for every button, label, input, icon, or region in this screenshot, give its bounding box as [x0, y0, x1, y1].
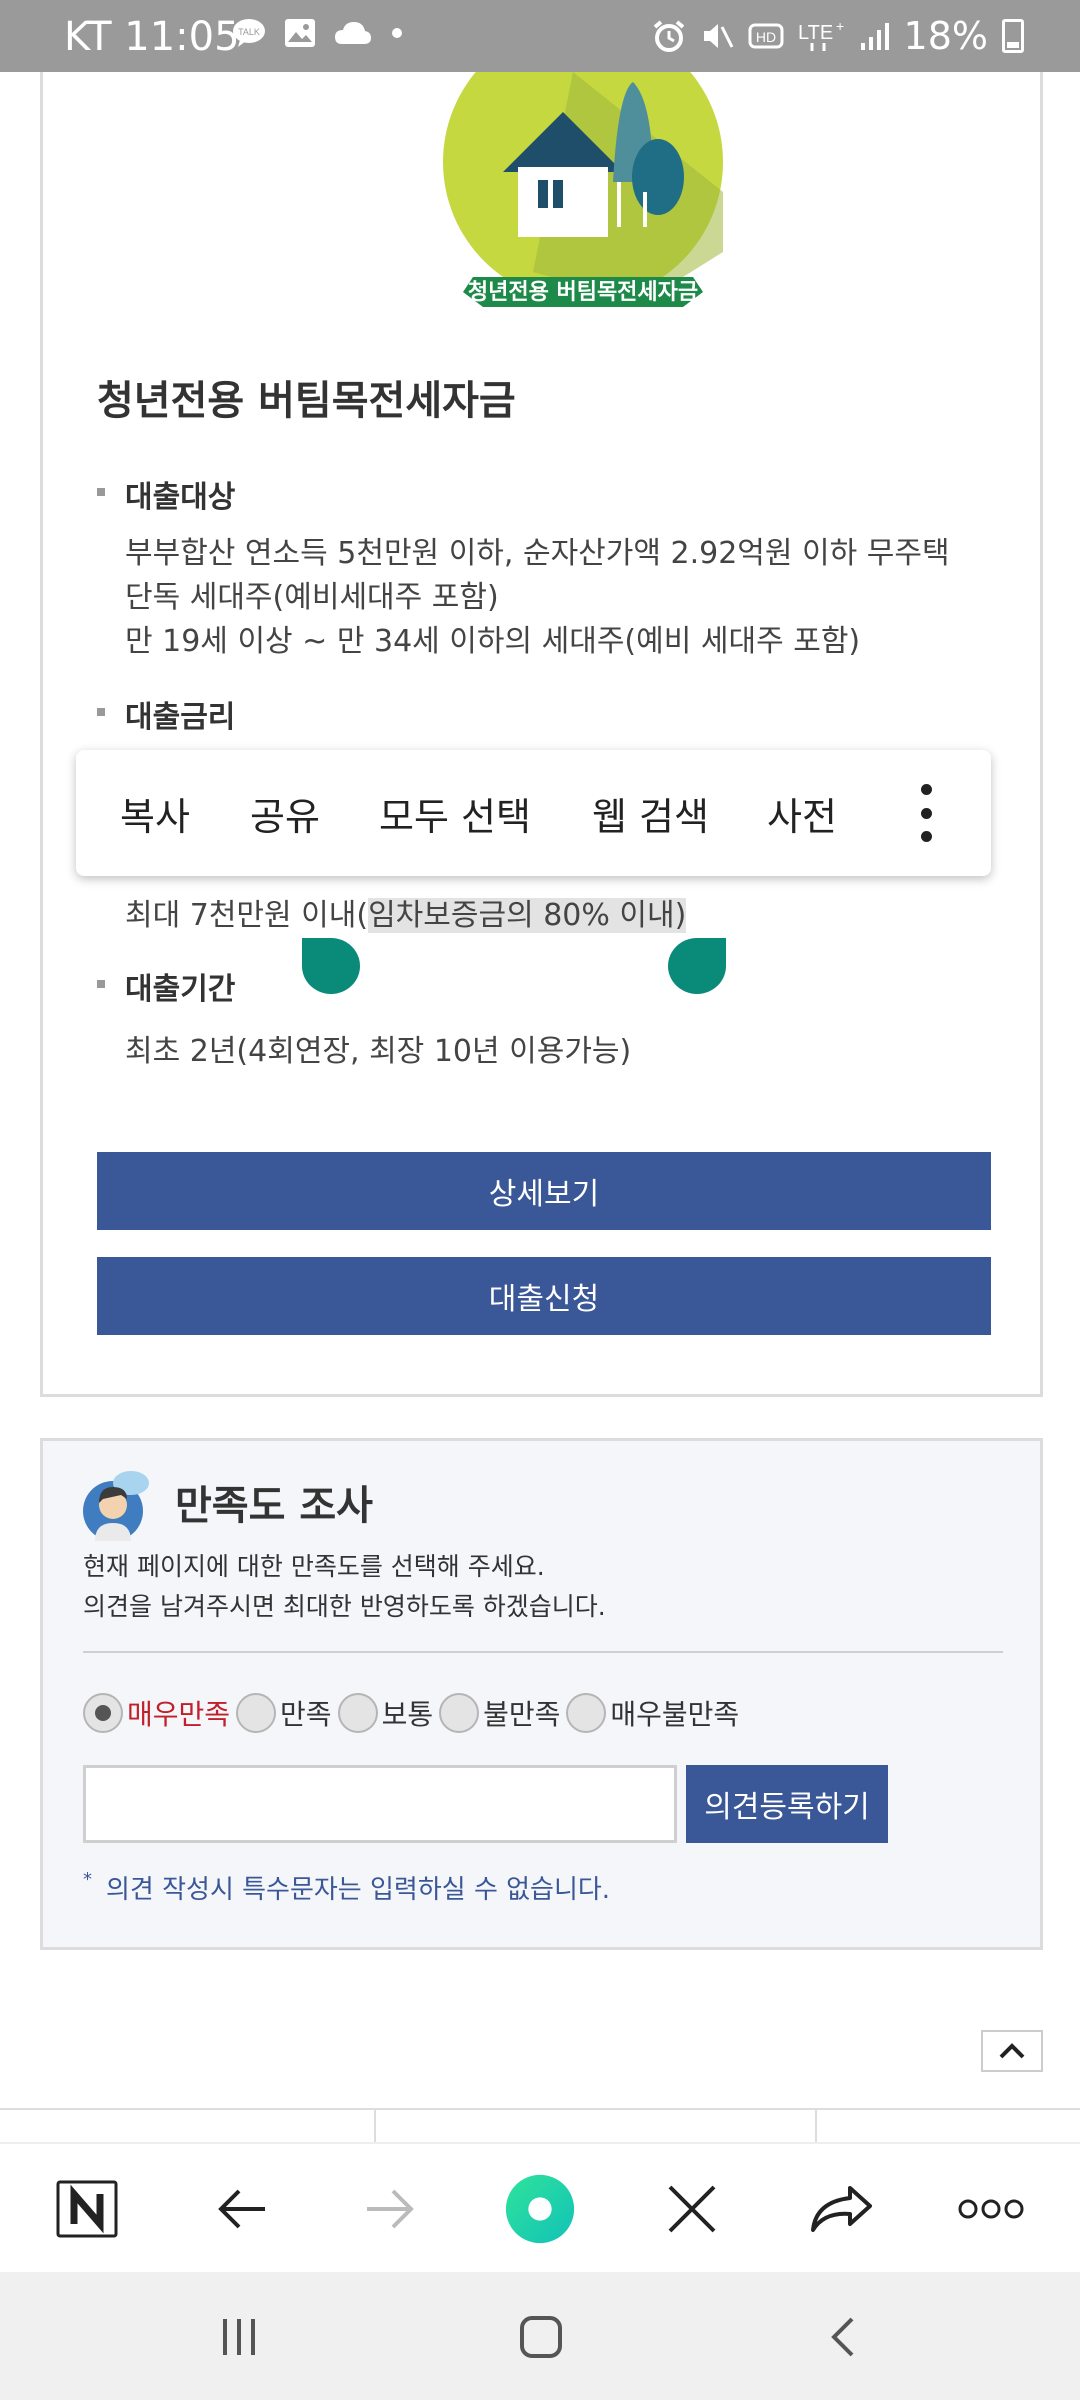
submit-opinion-button[interactable]: 의견등록하기 [686, 1765, 888, 1843]
browser-toolbar [0, 2142, 1080, 2272]
menu-web-search[interactable]: 웹 검색 [592, 786, 709, 841]
detail-button[interactable]: 상세보기 [97, 1152, 991, 1230]
note-text: 의견 작성시 특수문자는 입력하실 수 없습니다. [106, 1875, 611, 1905]
hd-icon: HD [748, 23, 784, 49]
target-line-1: 부부합산 연소득 5천만원 이하, 순자산가액 2.92억원 이하 무주택 [125, 536, 950, 571]
talk-icon: TALK [233, 19, 265, 47]
battery-percent: 18% [903, 14, 988, 58]
footer-divider [815, 2108, 817, 2142]
alarm-icon [653, 20, 684, 52]
cloud-icon [335, 22, 371, 44]
limit-text-prefix: 최대 7천만원 이내( [125, 898, 369, 933]
rate-label: 대출금리 [125, 700, 236, 735]
battery-icon [1002, 19, 1024, 53]
lte-icon: LTE + [798, 19, 844, 51]
period-label: 대출기간 [125, 972, 236, 1007]
limit-text: 최대 7천만원 이내(임차보증금의 80% 이내) [125, 894, 687, 938]
survey-description: 현재 페이지에 대한 만족도를 선택해 주세요. 의견을 남겨주시면 최대한 반… [83, 1547, 606, 1627]
menu-copy[interactable]: 복사 [120, 786, 190, 841]
option-dissatisfied[interactable]: 불만족 [439, 1693, 560, 1733]
footer-divider [374, 2108, 376, 2142]
svg-text:LTE: LTE [798, 22, 833, 44]
loan-title: 청년전용 버팀목전세자금 [97, 378, 516, 424]
menu-share[interactable]: 공유 [250, 786, 320, 841]
nav-back-icon[interactable] [808, 2302, 878, 2372]
target-line-3: 만 19세 이상 ~ 만 34세 이하의 세대주(예비 세대주 포함) [125, 624, 861, 659]
opinion-input[interactable] [83, 1765, 677, 1843]
mute-icon [703, 24, 733, 48]
dot-icon [392, 28, 402, 38]
survey-note: * 의견 작성시 특수문자는 입력하실 수 없습니다. [83, 1869, 610, 1906]
option-very-dissatisfied[interactable]: 매우불만족 [566, 1693, 739, 1733]
gallery-icon [285, 19, 315, 47]
text-selection-menu: 복사 공유 모두 선택 웹 검색 사전 [76, 750, 991, 876]
svg-text:+: + [836, 19, 844, 34]
signal-icon [860, 23, 889, 50]
survey-panel: 만족도 조사 현재 페이지에 대한 만족도를 선택해 주세요. 의견을 남겨주시… [40, 1438, 1043, 1950]
selection-end-handle[interactable] [668, 938, 726, 994]
loan-card: 청년전용 버팀목전세자금 청년전용 버팀목전세자금 대출대상 부부합산 연소득 … [40, 72, 1043, 1397]
radio-very-satisfied[interactable] [83, 1693, 123, 1733]
back-icon[interactable] [206, 2174, 276, 2244]
target-line-2: 단독 세대주(예비세대주 포함) [125, 580, 499, 615]
option-satisfied[interactable]: 만족 [236, 1693, 332, 1733]
selected-text[interactable]: 임차보증금의 80% 이내) [368, 898, 687, 933]
system-icons: HD LTE + 18% [652, 14, 1024, 58]
target-label: 대출대상 [125, 480, 236, 515]
radio-dissatisfied[interactable] [439, 1693, 480, 1733]
svg-text:HD: HD [755, 29, 775, 45]
loan-logo-image: 청년전용 버팀목전세자금 [443, 72, 723, 307]
share-icon[interactable] [806, 2174, 876, 2244]
status-bar: KT 11:05 TALK HD LTE + 18% [0, 0, 1080, 72]
survey-avatar-icon [83, 1471, 149, 1541]
bullet-icon [97, 488, 105, 496]
option-label: 불만족 [483, 1698, 561, 1731]
naver-home-icon[interactable] [52, 2174, 122, 2244]
menu-dictionary[interactable]: 사전 [767, 786, 837, 841]
note-asterisk: * [83, 1869, 92, 1890]
forward-icon[interactable] [356, 2174, 426, 2244]
survey-desc-line-1: 현재 페이지에 대한 만족도를 선택해 주세요. [83, 1552, 545, 1581]
satisfaction-options: 매우만족 만족 보통 불만족 매우불만족 [83, 1693, 745, 1733]
scroll-top-button[interactable] [981, 2030, 1043, 2072]
green-dot-icon[interactable] [505, 2174, 575, 2244]
svg-text:TALK: TALK [238, 27, 260, 37]
option-label: 보통 [381, 1698, 434, 1731]
radio-neutral[interactable] [337, 1693, 378, 1733]
more-icon[interactable] [956, 2174, 1026, 2244]
home-icon[interactable] [506, 2302, 576, 2372]
survey-divider [83, 1651, 1003, 1653]
logo-caption: 청년전용 버팀목전세자금 [468, 280, 698, 305]
footer-divider [0, 2108, 1080, 2110]
option-neutral[interactable]: 보통 [337, 1693, 434, 1733]
recent-apps-icon[interactable] [204, 2302, 274, 2372]
bullet-icon [97, 980, 105, 988]
close-icon[interactable] [657, 2174, 727, 2244]
menu-select-all[interactable]: 모두 선택 [379, 786, 531, 841]
option-very-satisfied[interactable]: 매우만족 [83, 1693, 230, 1733]
notification-icons: TALK [232, 18, 404, 48]
selection-start-handle[interactable] [302, 938, 360, 994]
system-nav-bar [0, 2272, 1080, 2400]
option-label: 매우불만족 [610, 1698, 740, 1731]
survey-desc-line-2: 의견을 남겨주시면 최대한 반영하도록 하겠습니다. [83, 1592, 606, 1621]
apply-button[interactable]: 대출신청 [97, 1257, 991, 1335]
radio-very-dissatisfied[interactable] [566, 1693, 607, 1733]
survey-title: 만족도 조사 [175, 1483, 373, 1529]
more-options-icon[interactable] [920, 784, 932, 842]
period-text: 최초 2년(4회연장, 최장 10년 이용가능) [125, 1034, 632, 1069]
option-label: 매우만족 [127, 1698, 231, 1731]
option-label: 만족 [280, 1698, 332, 1731]
carrier-time: KT 11:05 [64, 14, 240, 60]
chevron-up-icon [999, 2043, 1025, 2059]
radio-satisfied[interactable] [236, 1693, 277, 1733]
bullet-icon [97, 708, 105, 716]
